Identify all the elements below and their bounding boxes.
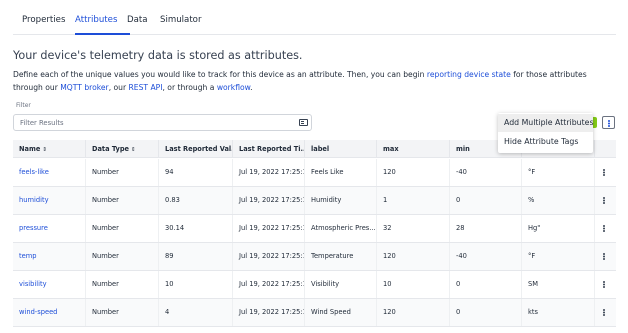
last-time-cell: Jul 19, 2022 17:25:1... — [233, 159, 305, 186]
last-value-cell: 30.14 — [159, 215, 233, 242]
options-menu: Add Multiple Attributes Hide Attribute T… — [498, 113, 594, 153]
last-value-cell: 0.83 — [159, 187, 233, 214]
max-cell: 1 — [377, 187, 450, 214]
attribute-name-link[interactable]: pressure — [13, 215, 86, 242]
table-row[interactable]: wind-speed Number 4 Jul 19, 2022 17:25:1… — [13, 299, 616, 327]
column-header-name-label: Name — [19, 145, 41, 153]
unit-cell: °F — [522, 243, 595, 270]
tab-data[interactable]: Data — [127, 15, 148, 25]
sort-icon[interactable]: ⇕ — [42, 141, 47, 158]
column-header-data-type-label: Data Type — [92, 145, 130, 153]
tab-bar: Properties Attributes Data Simulator — [13, 0, 616, 35]
max-cell: 10 — [377, 271, 450, 298]
link-reporting-device-state[interactable]: reporting device state — [427, 70, 511, 79]
max-cell: 120 — [377, 299, 450, 326]
link-mqtt-broker[interactable]: MQTT broker — [60, 83, 108, 92]
last-time-cell: Jul 19, 2022 17:25:1... — [233, 243, 305, 270]
label-cell: Atmospheric Pres... — [305, 215, 377, 242]
last-value-cell: 94 — [159, 159, 233, 186]
menu-item-add-multiple-attributes[interactable]: Add Multiple Attributes — [498, 114, 594, 132]
row-options-icon[interactable] — [603, 225, 605, 227]
label-cell: Humidity — [305, 187, 377, 214]
max-cell: 32 — [377, 215, 450, 242]
label-cell: Temperature — [305, 243, 377, 270]
data-type-cell: Number — [86, 215, 159, 242]
label-cell: Visibility — [305, 271, 377, 298]
attribute-name-link[interactable]: wind-speed — [13, 299, 86, 326]
active-tab-indicator — [75, 33, 130, 35]
tab-simulator[interactable]: Simulator — [160, 15, 201, 25]
row-options-icon[interactable] — [603, 309, 605, 311]
label-cell: Feels Like — [305, 159, 377, 186]
min-cell: 28 — [450, 215, 522, 242]
data-type-cell: Number — [86, 187, 159, 214]
attribute-name-link[interactable]: feels-like — [13, 159, 86, 186]
unit-cell: SM — [522, 271, 595, 298]
menu-item-hide-attribute-tags[interactable]: Hide Attribute Tags — [498, 133, 593, 151]
min-cell: 0 — [450, 271, 522, 298]
filter-label: Filter — [16, 102, 31, 109]
column-header-actions — [595, 140, 616, 158]
filter-field[interactable] — [13, 114, 312, 131]
tab-attributes[interactable]: Attributes — [75, 15, 117, 25]
link-workflow[interactable]: workflow — [217, 83, 250, 92]
table-row[interactable]: humidity Number 0.83 Jul 19, 2022 17:25:… — [13, 187, 616, 215]
column-header-name[interactable]: Name ⇕ — [13, 140, 86, 158]
more-options-button[interactable] — [602, 116, 615, 129]
unit-cell: kts — [522, 299, 595, 326]
last-value-cell: 89 — [159, 243, 233, 270]
desc-text-4: , or through a — [162, 83, 217, 92]
row-options-icon[interactable] — [603, 281, 605, 283]
desc-text-5: . — [250, 83, 253, 92]
column-header-data-type[interactable]: Data Type ⇕ — [86, 140, 159, 158]
attribute-name-link[interactable]: visibility — [13, 271, 86, 298]
column-header-last-reported-time[interactable]: Last Reported Ti... — [233, 140, 305, 158]
row-options-icon[interactable] — [603, 197, 605, 199]
unit-cell: % — [522, 187, 595, 214]
table-row[interactable]: visibility Number 10 Jul 19, 2022 17:25:… — [13, 271, 616, 299]
max-cell: 120 — [377, 243, 450, 270]
last-time-cell: Jul 19, 2022 17:25:1... — [233, 215, 305, 242]
last-value-cell: 10 — [159, 271, 233, 298]
attribute-name-link[interactable]: humidity — [13, 187, 86, 214]
column-header-max[interactable]: max — [377, 140, 450, 158]
desc-text-3: , our — [108, 83, 129, 92]
label-cell: Wind Speed — [305, 299, 377, 326]
data-type-cell: Number — [86, 243, 159, 270]
column-header-label[interactable]: label — [305, 140, 377, 158]
data-type-cell: Number — [86, 299, 159, 326]
table-row[interactable]: pressure Number 30.14 Jul 19, 2022 17:25… — [13, 215, 616, 243]
tab-properties[interactable]: Properties — [22, 15, 65, 25]
last-time-cell: Jul 19, 2022 17:25:1... — [233, 299, 305, 326]
data-type-cell: Number — [86, 159, 159, 186]
sort-icon[interactable]: ⇕ — [131, 141, 136, 158]
min-cell: -40 — [450, 159, 522, 186]
last-time-cell: Jul 19, 2022 17:25:1... — [233, 187, 305, 214]
row-options-icon[interactable] — [603, 253, 605, 255]
min-cell: -40 — [450, 243, 522, 270]
desc-text-1: Define each of the unique values you wou… — [13, 70, 427, 79]
min-cell: 0 — [450, 187, 522, 214]
data-type-cell: Number — [86, 271, 159, 298]
vertical-dots-icon — [608, 120, 610, 122]
column-header-last-reported-value[interactable]: Last Reported Val... — [159, 140, 233, 158]
filter-input[interactable] — [20, 117, 290, 129]
table-row[interactable]: feels-like Number 94 Jul 19, 2022 17:25:… — [13, 159, 616, 187]
last-value-cell: 4 — [159, 299, 233, 326]
table-row[interactable]: temp Number 89 Jul 19, 2022 17:25:1... T… — [13, 243, 616, 271]
max-cell: 120 — [377, 159, 450, 186]
min-cell: 0 — [450, 299, 522, 326]
page-description: Define each of the unique values you wou… — [13, 68, 613, 94]
attribute-name-link[interactable]: temp — [13, 243, 86, 270]
filter-options-icon[interactable] — [299, 119, 308, 126]
link-rest-api[interactable]: REST API — [129, 83, 163, 92]
last-time-cell: Jul 19, 2022 17:25:1... — [233, 271, 305, 298]
row-options-icon[interactable] — [603, 169, 605, 171]
unit-cell: °F — [522, 159, 595, 186]
unit-cell: Hg" — [522, 215, 595, 242]
page-headline: Your device's telemetry data is stored a… — [13, 49, 303, 62]
